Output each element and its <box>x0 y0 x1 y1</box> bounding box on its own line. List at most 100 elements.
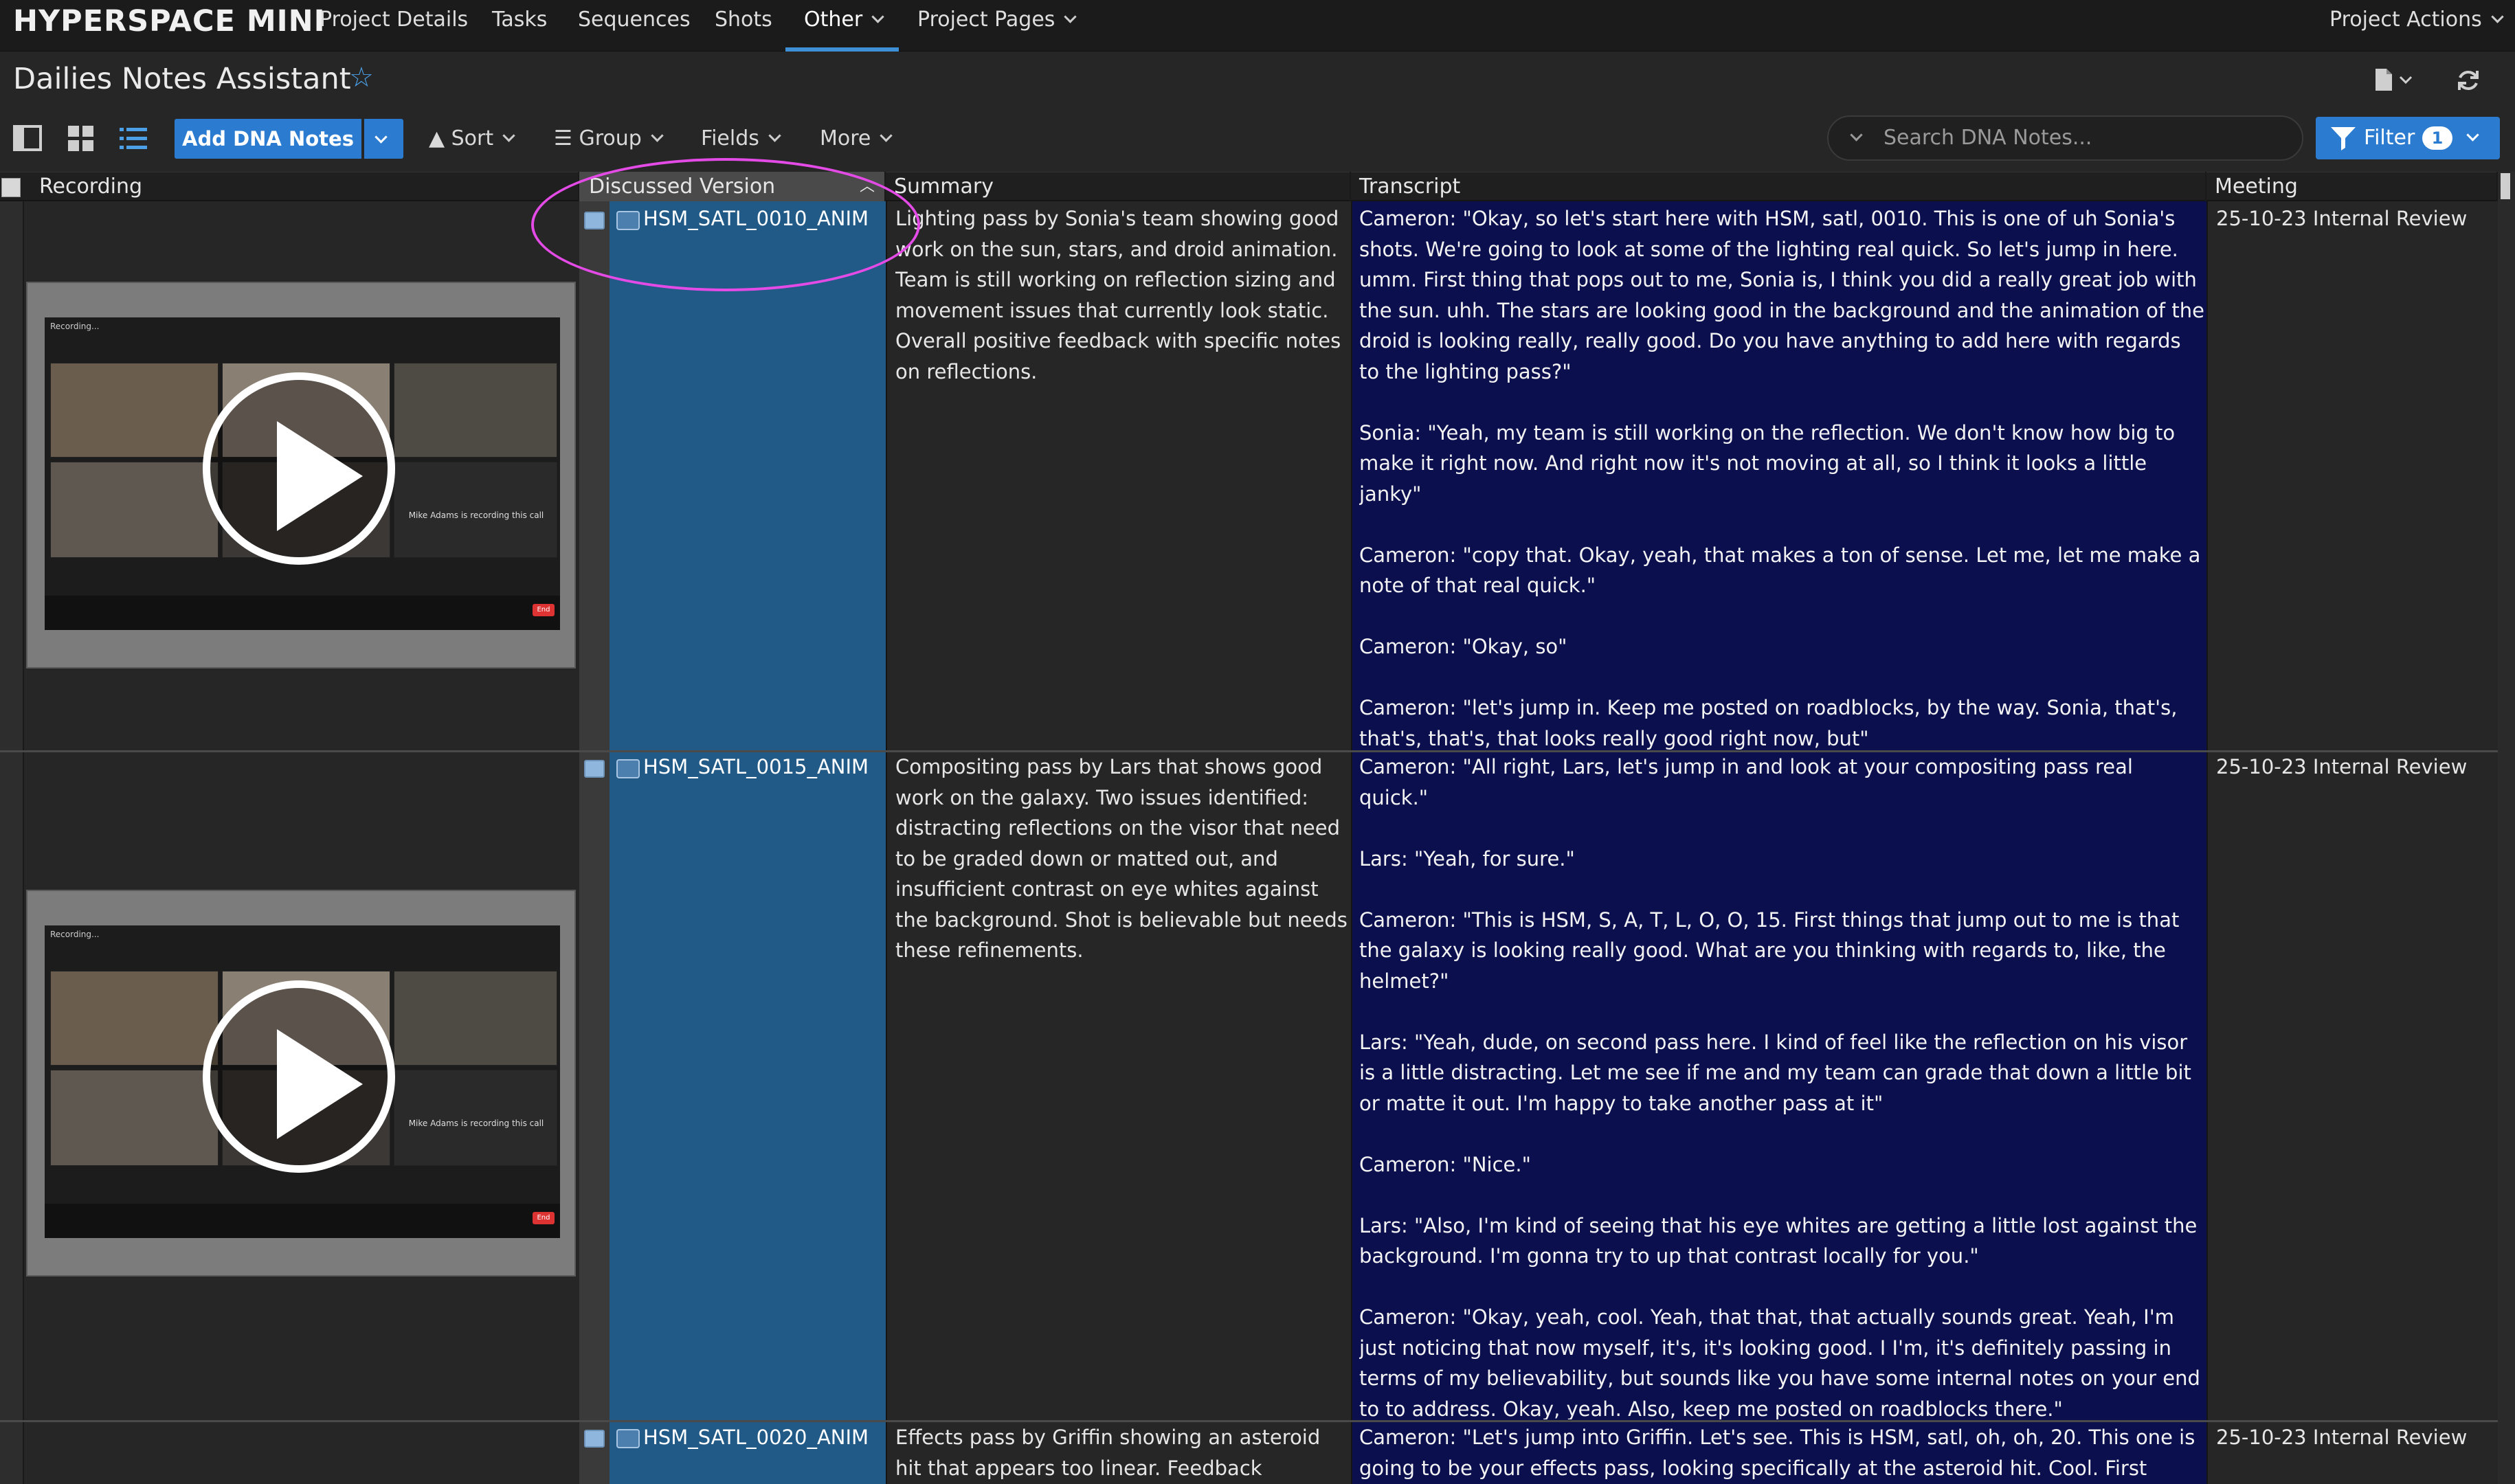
nav-project-pages[interactable]: Project Pages <box>917 0 1077 52</box>
funnel-icon <box>2331 127 2356 150</box>
chevron-down-icon <box>880 129 893 142</box>
scrollbar-thumb[interactable] <box>2501 173 2510 199</box>
chevron-down-icon <box>2491 10 2504 23</box>
end-call-badge: End <box>533 1212 555 1224</box>
top-nav: HYPERSPACE MINI Project Details Tasks Se… <box>0 0 2515 52</box>
version-link[interactable]: HSM_SATL_0020_ANIM <box>643 1422 884 1452</box>
more-label: More <box>820 126 871 150</box>
recording-indicator: Recording... <box>50 322 100 331</box>
nav-shots[interactable]: Shots <box>715 0 772 52</box>
select-all-checkbox[interactable] <box>1 178 21 197</box>
sidebar-toggle-icon[interactable] <box>12 124 43 154</box>
column-divider <box>1351 201 1352 1484</box>
meeting-cell[interactable]: 25-10-23 Internal Review <box>2216 1422 2498 1453</box>
column-header-summary[interactable]: Summary <box>886 172 1351 201</box>
summary-cell: Lighting pass by Sonia's team showing go… <box>895 207 1348 383</box>
column-header-meeting[interactable]: Meeting <box>2206 172 2498 201</box>
recording-notice: Mike Adams is recording this call <box>408 1118 544 1128</box>
group-icon: ☰ <box>554 126 572 150</box>
app-logo[interactable]: HYPERSPACE MINI <box>13 0 326 43</box>
project-actions-label: Project Actions <box>2329 8 2482 32</box>
participant-tile <box>50 1070 219 1166</box>
recording-thumbnail[interactable]: Recording... Mike Adams is recording thi… <box>26 890 576 1277</box>
grid-scrollbar[interactable] <box>2498 172 2515 1484</box>
sort-menu[interactable]: ▲ Sort <box>429 125 515 153</box>
grid-view-icon[interactable] <box>66 124 96 154</box>
chevron-down-icon <box>651 129 664 142</box>
search-placeholder: Search DNA Notes... <box>1884 126 2092 150</box>
filter-button[interactable]: Filter 1 <box>2316 117 2500 159</box>
meeting-cell[interactable]: 25-10-23 Internal Review <box>2216 752 2498 783</box>
sort-arrow-icon: ▲ <box>429 126 445 150</box>
fields-menu[interactable]: Fields <box>701 125 781 153</box>
nav-sequences[interactable]: Sequences <box>578 0 691 52</box>
list-view-icon[interactable] <box>118 124 148 154</box>
annotation-ellipse <box>531 158 920 291</box>
more-menu[interactable]: More <box>820 125 893 153</box>
column-divider <box>2206 201 2208 1484</box>
version-thumbnail-icon <box>616 1429 640 1448</box>
summary-cell: Effects pass by Griffin showing an aster… <box>895 1426 1321 1480</box>
version-column-bg <box>610 201 886 1484</box>
end-call-badge: End <box>533 604 555 616</box>
participant-tile <box>394 971 557 1066</box>
participant-tile <box>394 363 557 458</box>
refresh-icon <box>2458 71 2479 90</box>
play-icon[interactable] <box>203 980 395 1173</box>
version-thumbnail-icon <box>616 759 640 778</box>
search-input[interactable]: Search DNA Notes... <box>1827 115 2303 161</box>
favorite-star-icon[interactable]: ☆ <box>349 62 374 93</box>
column-header-transcript[interactable]: Transcript <box>1351 172 2206 201</box>
nav-other-label: Other <box>804 8 863 32</box>
participant-tile: Mike Adams is recording this call <box>394 462 557 558</box>
add-dna-notes-dropdown[interactable] <box>364 119 403 159</box>
version-icon-column-bg <box>579 201 610 1484</box>
version-link[interactable]: HSM_SATL_0015_ANIM <box>643 752 884 782</box>
chevron-down-icon[interactable] <box>1850 128 1863 142</box>
chevron-down-icon <box>2466 128 2479 142</box>
group-label: Group <box>579 126 642 150</box>
meeting-column-bg <box>2206 201 2498 1484</box>
add-dna-notes-button[interactable]: Add DNA Notes <box>175 119 361 159</box>
page-document-menu[interactable] <box>2371 66 2413 93</box>
play-icon[interactable] <box>203 372 395 565</box>
fields-label: Fields <box>701 126 759 150</box>
call-controls-bar: End <box>45 1204 560 1238</box>
chevron-down-icon <box>502 129 515 142</box>
version-stack-icon <box>584 1430 605 1448</box>
filter-label: Filter <box>2364 126 2415 150</box>
participant-tile <box>50 363 219 458</box>
recording-notice: Mike Adams is recording this call <box>408 510 544 520</box>
meeting-cell[interactable]: 25-10-23 Internal Review <box>2216 203 2498 234</box>
participant-tile <box>50 971 219 1066</box>
column-header-recording[interactable]: Recording <box>31 172 579 201</box>
transcript-cell: Cameron: "Okay, so let's start here with… <box>1359 207 2204 750</box>
transcript-cell: Cameron: "Let's jump into Griffin. Let's… <box>1359 1426 2195 1480</box>
recording-thumbnail[interactable]: Recording... Mike Adams is recording thi… <box>26 282 576 668</box>
chevron-down-icon <box>375 131 388 144</box>
group-menu[interactable]: ☰ Group <box>554 125 664 153</box>
nav-tasks[interactable]: Tasks <box>492 0 547 52</box>
refresh-button[interactable] <box>2455 67 2482 94</box>
filter-count-badge: 1 <box>2422 126 2452 150</box>
sort-label: Sort <box>451 126 494 150</box>
chevron-down-icon <box>871 10 884 23</box>
participant-tile <box>50 462 219 558</box>
row-gutter <box>0 201 24 1484</box>
nav-other[interactable]: Other <box>785 0 899 52</box>
nav-project-pages-label: Project Pages <box>917 8 1055 32</box>
chevron-down-icon <box>1064 10 1077 23</box>
column-divider <box>886 201 887 1484</box>
chevron-down-icon <box>768 129 781 142</box>
call-controls-bar: End <box>45 596 560 630</box>
version-stack-icon <box>584 760 605 778</box>
participant-tile: Mike Adams is recording this call <box>394 1070 557 1166</box>
recording-indicator: Recording... <box>50 930 100 939</box>
summary-cell: Compositing pass by Lars that shows good… <box>895 755 1348 962</box>
nav-project-details[interactable]: Project Details <box>320 0 468 52</box>
page-title: Dailies Notes Assistant <box>13 62 351 96</box>
notes-grid: Recording Discussed Version ︿ Summary Tr… <box>0 172 2515 1484</box>
document-icon <box>2376 69 2413 91</box>
project-actions-menu[interactable]: Project Actions <box>2329 0 2504 52</box>
transcript-cell: Cameron: "All right, Lars, let's jump in… <box>1359 755 2200 1419</box>
